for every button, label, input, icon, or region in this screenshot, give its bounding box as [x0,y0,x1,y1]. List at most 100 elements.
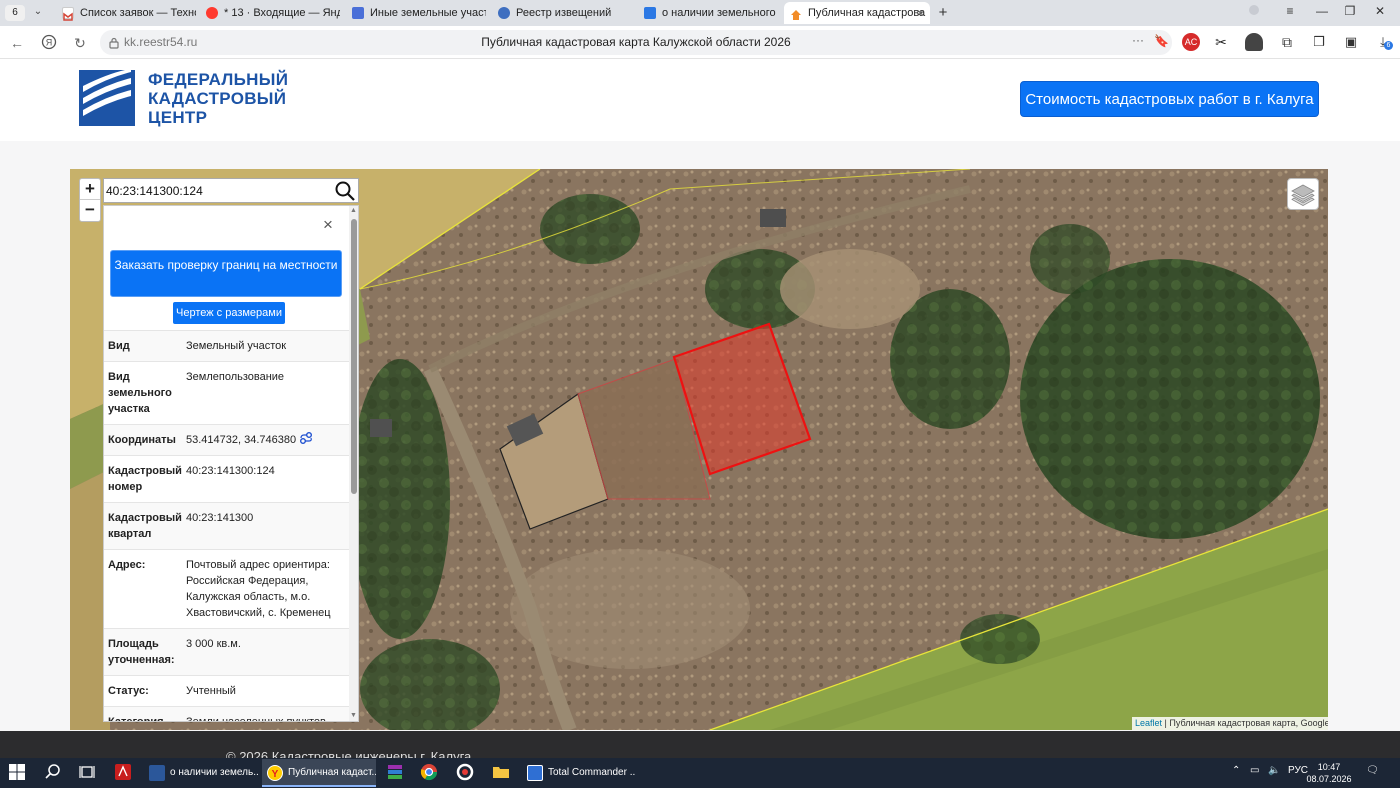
leaflet-link[interactable]: Leaflet [1135,718,1162,728]
network-icon[interactable]: ▭ [1250,765,1259,776]
browser-tab[interactable]: Иные земельные участки [346,2,486,24]
maximize-icon[interactable]: ❐ [1340,4,1360,18]
clock-time: 10:47 [1317,762,1341,772]
collections-icon[interactable]: ❒ [1310,33,1328,51]
more-icon[interactable]: ··· [1132,33,1144,47]
download-icon[interactable]: ⤓ 6 [1374,33,1393,51]
property-key: Площадь уточненная: [108,638,175,666]
property-row: Координаты 53.414732, 34.746380 [104,424,350,455]
reload-icon[interactable]: ↻ [71,34,89,52]
logo-line: КАДАСТРОВЫЙ [148,89,287,108]
property-value: 53.414732, 34.746380 [186,432,346,448]
tab-label: Иные земельные участки [370,7,486,19]
browser-tab[interactable]: * 13 · Входящие — Яндекс [200,2,340,24]
property-value: Учтенный [186,685,236,697]
close-window-icon[interactable]: ✕ [1370,4,1390,18]
attribution-text: | Публичная кадастровая карта, Google [1162,718,1328,728]
scroll-down-icon[interactable]: ▼ [350,712,357,719]
cadastral-search [103,178,359,203]
tab-label: Публичная кадастрова [808,7,926,19]
yandex-mail-icon [206,7,218,19]
zoom-out-button[interactable]: − [80,200,100,221]
task-view-icon[interactable] [78,763,98,783]
property-key: Вид [108,340,130,352]
logo-text[interactable]: ФЕДЕРАЛЬНЫЙ КАДАСТРОВЫЙ ЦЕНТР [148,70,288,127]
system-clock[interactable]: 10:47 08.07.2026 [1306,761,1352,785]
taskbar-app-word[interactable]: о наличии земель... [144,759,258,787]
plan-with-dimensions-button[interactable]: Чертеж с размерами [173,302,285,324]
property-key: Координаты [108,434,176,446]
new-tab-button[interactable]: + [934,4,952,22]
volume-icon[interactable]: 🔈 [1268,765,1280,776]
taskbar-app-label: о наличии земель... [170,767,258,778]
browser-tab[interactable]: Реестр извещений [492,2,632,24]
screenshot-icon[interactable]: ▣ [1342,33,1360,51]
property-key: Кадастровый квартал [108,512,182,540]
chrome-icon[interactable] [420,763,440,783]
search-input[interactable] [106,181,328,200]
bookmark-icon[interactable]: 🔖 [1154,34,1169,48]
map-attribution: Leaflet | Публичная кадастровая карта, G… [1132,717,1328,730]
windows-taskbar: о наличии земель... Y Публичная кадаст..… [0,758,1400,788]
browser-tab[interactable]: о наличии земельного уч [638,2,778,24]
property-row: Кадастровый номер 40:23:141300:124 [104,455,350,502]
address-bar[interactable]: kk.reestr54.ru Публичная кадастровая кар… [100,30,1172,55]
cadastral-map[interactable]: + − × Заказать проверку границ на местно… [70,169,1328,730]
puzzle-extension-icon[interactable]: ⧉ [1278,33,1296,51]
property-value: Земли населенных пунктов [186,716,326,722]
zoom-in-button[interactable]: + [80,179,100,200]
property-value: Земельный участок [186,340,287,352]
property-row: Вид земельного участка Землепользование [104,361,350,424]
property-value: 40:23:141300:124 [186,465,275,477]
close-icon[interactable]: × [917,2,924,24]
taskbar-app-browser[interactable]: Y Публичная кадаст... [262,759,376,787]
search-icon[interactable] [334,181,356,201]
windows-start-icon[interactable] [8,763,28,783]
logo-line: ЦЕНТР [148,108,208,127]
logo-icon[interactable] [79,70,135,126]
winrar-icon[interactable] [386,763,406,783]
taskbar-app-label: Total Commander ... [548,767,636,778]
hat-extension-icon[interactable] [1245,33,1263,51]
tab-label: Реестр извещений [516,7,612,19]
site-footer: © 2026 Кадастровые инженеры г. Калуга [0,731,1400,758]
zoom-control: + − [79,178,101,222]
stack-icon [352,7,364,19]
layers-icon [1291,184,1315,206]
order-boundary-check-button[interactable]: Заказать проверку границ на местности [110,250,342,297]
minimize-icon[interactable]: — [1312,4,1332,18]
property-value: 40:23:141300 [186,512,254,524]
file-explorer-icon[interactable] [492,763,512,783]
yandex-browser-icon: Y [267,765,283,781]
property-key: Вид земельного участка [108,371,172,415]
layers-button[interactable] [1287,178,1319,210]
menu-icon[interactable]: ≡ [1280,4,1300,18]
tools-extension-icon[interactable]: ✂ [1212,33,1230,51]
tab-count-badge[interactable]: 6 [5,5,25,21]
browser-tab-active[interactable]: Публичная кадастрова × [784,2,930,24]
profile-icon[interactable] [1244,4,1264,19]
clock-date: 08.07.2026 [1306,774,1352,784]
search-icon[interactable] [44,763,64,783]
scroll-up-icon[interactable]: ▲ [350,207,357,214]
yandex-icon[interactable]: Я [40,34,58,52]
property-row: Кадастровый квартал 40:23:141300 [104,502,350,549]
adblock-extension-icon[interactable]: AC [1182,33,1200,51]
svg-text:Y: Y [272,769,279,780]
scrollbar-thumb[interactable] [351,219,357,494]
close-icon[interactable]: × [320,215,336,235]
panel-scrollbar[interactable]: ▲ ▼ [349,206,358,721]
ccleaner-icon[interactable] [456,763,476,783]
tab-label: * 13 · Входящие — Яндекс [224,7,340,19]
acrobat-icon[interactable] [114,763,134,783]
browser-tab[interactable]: Список заявок — ТехноКа [56,2,196,24]
chevron-down-icon[interactable]: ⌄ [30,6,46,20]
tray-expand-icon[interactable]: ⌃ [1232,765,1240,776]
download-count-badge: 6 [1384,41,1393,50]
notifications-icon[interactable]: 🗨 [1366,765,1379,776]
taskbar-app-total-commander[interactable]: Total Commander ... [522,759,636,787]
coordinates-value[interactable]: 53.414732, 34.746380 [186,434,296,446]
back-icon[interactable]: ← [8,34,26,52]
route-icon[interactable] [299,432,313,444]
cadastral-price-button[interactable]: Стоимость кадастровых работ в г. Калуга [1020,81,1319,117]
